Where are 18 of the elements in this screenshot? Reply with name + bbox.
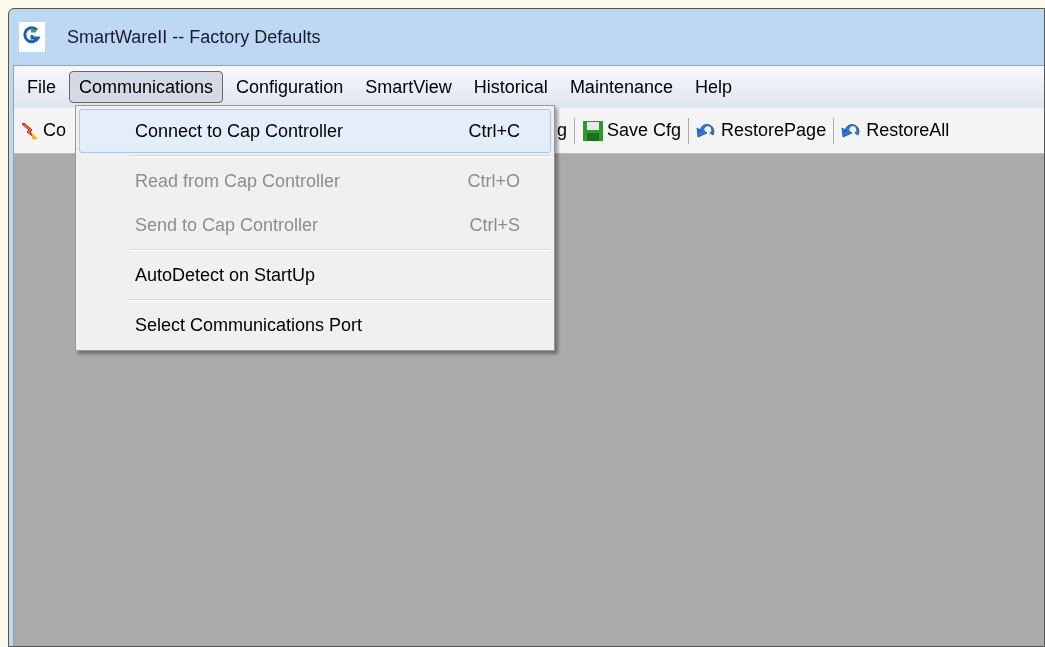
toolbar-button[interactable]: RestoreAll — [841, 114, 950, 147]
toolbar-button[interactable]: g — [557, 114, 568, 147]
menu-bar-item[interactable]: Maintenance — [560, 71, 682, 103]
menu-bar-item[interactable]: Historical — [464, 71, 557, 103]
menu-item[interactable]: Connect to Cap Controller Ctrl+C — [79, 109, 551, 153]
menu-bar-item[interactable]: File — [18, 71, 65, 103]
lightning-icon — [20, 120, 40, 141]
window-title: SmartWareII -- Factory Defaults — [67, 25, 321, 49]
app-logo-icon — [19, 22, 45, 52]
menu-bar-item[interactable]: Communications — [69, 71, 224, 103]
menu-bar-item[interactable]: Configuration — [227, 71, 353, 103]
menu-bar-item[interactable]: Help — [685, 71, 741, 103]
menu-item[interactable]: AutoDetect on StartUp — [79, 253, 551, 297]
menu-item[interactable]: Select Communications Port — [79, 303, 551, 347]
menu-bar-item[interactable]: SmartView — [356, 71, 461, 103]
toolbar-button[interactable]: Save Cfg — [582, 114, 682, 147]
toolbar-button[interactable]: RestorePage — [696, 114, 827, 147]
toolbar-button[interactable]: Co — [20, 114, 66, 147]
